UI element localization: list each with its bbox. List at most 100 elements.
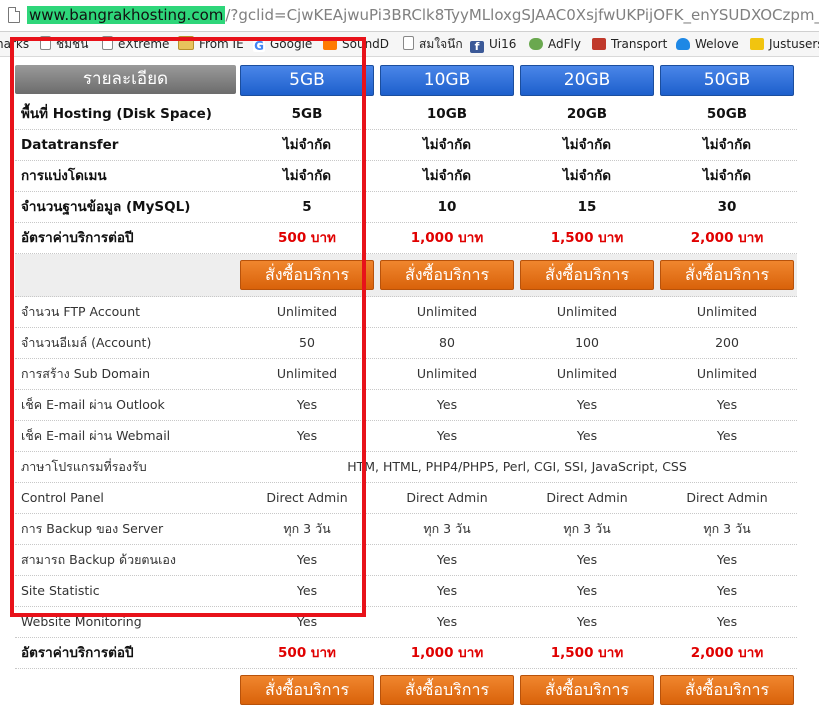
order-button[interactable]: สั่งซื้อบริการ — [240, 675, 374, 705]
bookmark-item[interactable]: eXtreme — [102, 36, 169, 52]
bookmark-label: Welove — [695, 37, 739, 51]
order-row-bottom: สั่งซื้อบริการ สั่งซื้อบริการ สั่งซื้อบริก… — [15, 669, 797, 709]
row-value: Yes — [576, 552, 598, 567]
row-label: สามารถ Backup ด้วยตนเอง — [21, 552, 176, 567]
bus-icon — [592, 38, 606, 50]
row-value: Yes — [716, 397, 738, 412]
bookmark-item[interactable]: ชมชน — [40, 36, 88, 52]
row-value: 20GB — [566, 106, 608, 122]
row-label: Datatransfer — [21, 137, 119, 153]
row-label: เช็ค E-mail ผ่าน Webmail — [21, 428, 171, 443]
row-value: Unlimited — [276, 304, 338, 319]
order-button[interactable]: สั่งซื้อบริการ — [520, 260, 654, 290]
bookmark-item[interactable]: Justusers — [750, 36, 819, 52]
price-value: 1,500 บาท — [550, 645, 624, 661]
row-value: ทุก 3 วัน — [283, 521, 331, 536]
row-label: การ Backup ของ Server — [21, 521, 164, 536]
table-row: พื้นที่ Hosting (Disk Space) 5GB 10GB 20GB 5… — [15, 99, 797, 130]
row-label: พื้นที่ Hosting (Disk Space) — [21, 106, 212, 122]
row-label: อัตราค่าบริการต่อปี — [21, 230, 134, 246]
row-value: Yes — [296, 583, 318, 598]
row-value: Yes — [436, 428, 458, 443]
header-plan-20gb[interactable]: 20GB — [520, 65, 654, 96]
bookmark-item[interactable]: G Google — [253, 36, 312, 52]
row-value: Yes — [436, 552, 458, 567]
header-plan-5gb[interactable]: 5GB — [240, 65, 374, 96]
price-value: 2,000 บาท — [690, 645, 764, 661]
row-value: Yes — [716, 428, 738, 443]
bookmark-label: From IE — [199, 37, 244, 51]
row-label: เช็ค E-mail ผ่าน Outlook — [21, 397, 165, 412]
order-row: สั่งซื้อบริการ สั่งซื้อบริการ สั่งซื้อบริก… — [15, 254, 797, 297]
row-value: Yes — [436, 614, 458, 629]
order-button[interactable]: สั่งซื้อบริการ — [380, 260, 514, 290]
row-value: Unlimited — [556, 366, 618, 381]
row-label: การสร้าง Sub Domain — [21, 366, 151, 381]
order-button[interactable]: สั่งซื้อบริการ — [380, 675, 514, 705]
row-label: Website Monitoring — [21, 614, 142, 629]
address-bar[interactable]: www.bangrakhosting.com/?gclid=CjwKEAjwuP… — [0, 0, 819, 32]
row-value: Direct Admin — [546, 490, 628, 505]
row-value: ไม่จำกัด — [562, 137, 612, 153]
price-value: 1,000 บาท — [410, 645, 484, 661]
order-button[interactable]: สั่งซื้อบริการ — [660, 260, 794, 290]
bookmark-item[interactable]: f Ui16 — [470, 36, 516, 53]
row-label: จำนวนอีเมล์ (Account) — [21, 335, 152, 350]
row-value: Yes — [296, 614, 318, 629]
row-value: 80 — [439, 335, 455, 350]
bookmark-item[interactable]: สมใจนึก — [403, 36, 463, 52]
row-value: Yes — [576, 397, 598, 412]
row-label: อัตราค่าบริการต่อปี — [21, 645, 134, 661]
bookmark-item[interactable]: narks — [0, 36, 29, 52]
row-value: ไม่จำกัด — [702, 137, 752, 153]
price-value: 1,000 บาท — [410, 230, 484, 246]
header-plan-10gb[interactable]: 10GB — [380, 65, 514, 96]
table-row: Datatransfer ไม่จำกัด ไม่จำกัด ไม่จำกัด ไม่จ… — [15, 130, 797, 161]
row-value: ไม่จำกัด — [282, 137, 332, 153]
url-host: www.bangrakhosting.com — [27, 6, 226, 24]
row-label: Site Statistic — [21, 583, 100, 598]
row-value: ไม่จำกัด — [422, 137, 472, 153]
order-button[interactable]: สั่งซื้อบริการ — [520, 675, 654, 705]
row-value: ไม่จำกัด — [282, 168, 332, 184]
row-label: การแบ่งโดเมน — [21, 168, 107, 184]
table-row: จำนวน FTP Account Unlimited Unlimited Unlim… — [15, 297, 797, 328]
row-value: Unlimited — [696, 366, 758, 381]
row-value: Yes — [296, 397, 318, 412]
bookmark-item[interactable]: From IE — [178, 36, 244, 52]
order-button[interactable]: สั่งซื้อบริการ — [660, 675, 794, 705]
row-value: Unlimited — [416, 304, 478, 319]
hosting-plans-table: รายละเอียด 5GB 10GB 20GB 50GB พื้นที่ Hosting… — [0, 57, 819, 713]
header-plan-50gb[interactable]: 50GB — [660, 65, 794, 96]
url-query: /?gclid=CjwKEAjwuPi3BRClk8TyyMLloxgSJAAC… — [225, 6, 819, 24]
bookmark-item[interactable]: Welove — [676, 36, 739, 52]
header-detail: รายละเอียด — [15, 65, 236, 94]
price-value: 500 บาท — [278, 230, 336, 246]
row-value: Yes — [576, 614, 598, 629]
document-icon — [40, 36, 51, 50]
bookmark-item[interactable]: Transport — [592, 36, 667, 52]
row-value: 50GB — [706, 106, 748, 122]
table-row: เช็ค E-mail ผ่าน Outlook Yes Yes Yes Yes — [15, 390, 797, 421]
row-value: ทุก 3 วัน — [563, 521, 611, 536]
row-value: Direct Admin — [686, 490, 768, 505]
row-value: 5GB — [291, 106, 323, 122]
bookmark-label: AdFly — [548, 37, 581, 51]
row-value: Yes — [296, 428, 318, 443]
table-row: Site Statistic Yes Yes Yes Yes — [15, 576, 797, 607]
bookmark-item[interactable]: SoundD — [323, 36, 389, 52]
table-row: ภาษาโปรแกรมที่รองรับ HTM, HTML, PHP4/PHP5… — [15, 452, 797, 483]
row-value: ไม่จำกัด — [562, 168, 612, 184]
row-label: ภาษาโปรแกรมที่รองรับ — [21, 459, 147, 474]
url-text[interactable]: www.bangrakhosting.com/?gclid=CjwKEAjwuP… — [27, 5, 819, 25]
order-button[interactable]: สั่งซื้อบริการ — [240, 260, 374, 290]
document-icon — [102, 36, 113, 50]
row-value: Yes — [716, 614, 738, 629]
row-value: 5 — [302, 199, 312, 215]
bookmark-item[interactable]: AdFly — [529, 36, 581, 52]
row-value: 50 — [299, 335, 315, 350]
row-value: ทุก 3 วัน — [703, 521, 751, 536]
row-value: Unlimited — [556, 304, 618, 319]
adfly-icon — [529, 38, 543, 50]
row-value: ไม่จำกัด — [702, 168, 752, 184]
